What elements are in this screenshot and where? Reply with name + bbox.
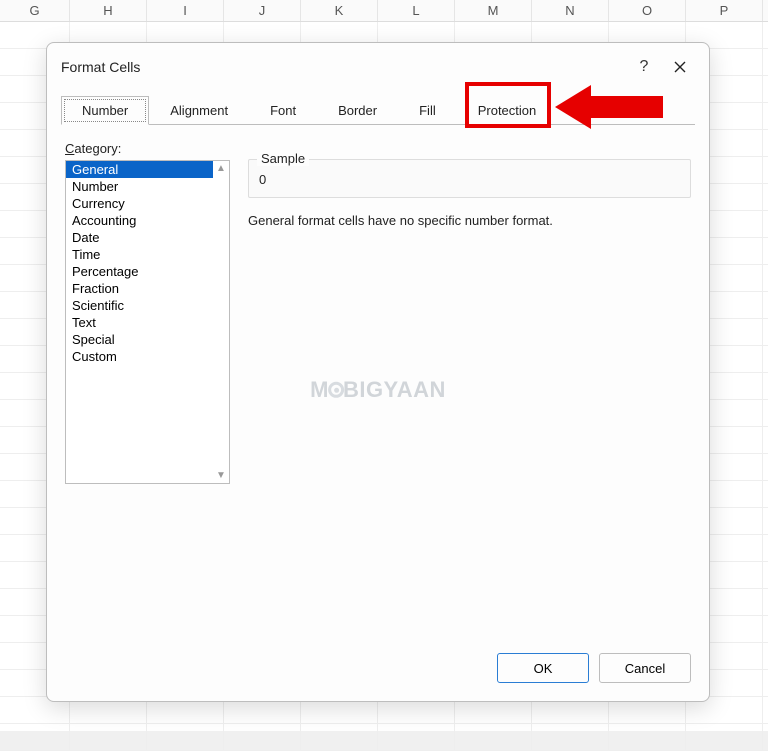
dialog-footer: OK Cancel bbox=[47, 639, 709, 701]
dialog-title: Format Cells bbox=[61, 59, 623, 75]
sample-label: Sample bbox=[257, 151, 309, 166]
format-description: General format cells have no specific nu… bbox=[248, 212, 691, 230]
grid-cell[interactable] bbox=[686, 724, 763, 750]
sample-value: 0 bbox=[259, 166, 680, 187]
category-item-accounting[interactable]: Accounting bbox=[66, 212, 213, 229]
category-item-custom[interactable]: Custom bbox=[66, 348, 213, 365]
category-item-currency[interactable]: Currency bbox=[66, 195, 213, 212]
category-item-fraction[interactable]: Fraction bbox=[66, 280, 213, 297]
close-button[interactable] bbox=[665, 53, 695, 81]
tab-alignment[interactable]: Alignment bbox=[149, 96, 249, 125]
column-header[interactable]: P bbox=[686, 0, 763, 21]
category-label: Category: bbox=[65, 141, 230, 156]
grid-cell[interactable] bbox=[378, 724, 455, 750]
column-header[interactable]: K bbox=[301, 0, 378, 21]
column-header[interactable]: L bbox=[378, 0, 455, 21]
sample-box: Sample 0 bbox=[248, 159, 691, 198]
tab-number[interactable]: Number bbox=[61, 96, 149, 125]
column-headers: G H I J K L M N O P bbox=[0, 0, 768, 22]
column-header[interactable]: J bbox=[224, 0, 301, 21]
grid-cell[interactable] bbox=[609, 724, 686, 750]
category-item-percentage[interactable]: Percentage bbox=[66, 263, 213, 280]
cancel-button[interactable]: Cancel bbox=[599, 653, 691, 683]
grid-cell[interactable] bbox=[301, 724, 378, 750]
ok-button[interactable]: OK bbox=[497, 653, 589, 683]
column-header[interactable]: M bbox=[455, 0, 532, 21]
grid-cell[interactable] bbox=[147, 724, 224, 750]
dialog-content: Category: GeneralNumberCurrencyAccountin… bbox=[47, 125, 709, 639]
scroll-down-icon[interactable]: ▼ bbox=[216, 470, 226, 481]
dialog-tabs: NumberAlignmentFontBorderFillProtection bbox=[47, 87, 709, 124]
category-item-number[interactable]: Number bbox=[66, 178, 213, 195]
tab-protection[interactable]: Protection bbox=[457, 96, 558, 125]
grid-cell[interactable] bbox=[532, 724, 609, 750]
details-column: Sample 0 General format cells have no sp… bbox=[248, 141, 691, 631]
category-item-special[interactable]: Special bbox=[66, 331, 213, 348]
column-header[interactable]: G bbox=[0, 0, 70, 21]
column-header[interactable]: O bbox=[609, 0, 686, 21]
category-item-date[interactable]: Date bbox=[66, 229, 213, 246]
close-icon bbox=[673, 60, 687, 74]
help-button[interactable]: ? bbox=[629, 53, 659, 81]
category-column: Category: GeneralNumberCurrencyAccountin… bbox=[65, 141, 230, 631]
scrollbar[interactable]: ▲ ▼ bbox=[213, 161, 229, 483]
column-header[interactable]: I bbox=[147, 0, 224, 21]
category-item-scientific[interactable]: Scientific bbox=[66, 297, 213, 314]
grid-row bbox=[0, 724, 768, 751]
grid-cell[interactable] bbox=[70, 724, 147, 750]
category-listbox[interactable]: GeneralNumberCurrencyAccountingDateTimeP… bbox=[65, 160, 230, 484]
tab-font[interactable]: Font bbox=[249, 96, 317, 125]
category-item-time[interactable]: Time bbox=[66, 246, 213, 263]
format-cells-dialog: Format Cells ? NumberAlignmentFontBorder… bbox=[46, 42, 710, 702]
tab-fill[interactable]: Fill bbox=[398, 96, 457, 125]
category-item-text[interactable]: Text bbox=[66, 314, 213, 331]
category-item-general[interactable]: General bbox=[66, 161, 213, 178]
column-header[interactable]: N bbox=[532, 0, 609, 21]
dialog-titlebar: Format Cells ? bbox=[47, 43, 709, 87]
grid-cell[interactable] bbox=[0, 724, 70, 750]
column-header[interactable]: H bbox=[70, 0, 147, 21]
grid-cell[interactable] bbox=[455, 724, 532, 750]
scroll-up-icon[interactable]: ▲ bbox=[216, 163, 226, 174]
grid-cell[interactable] bbox=[224, 724, 301, 750]
tab-border[interactable]: Border bbox=[317, 96, 398, 125]
